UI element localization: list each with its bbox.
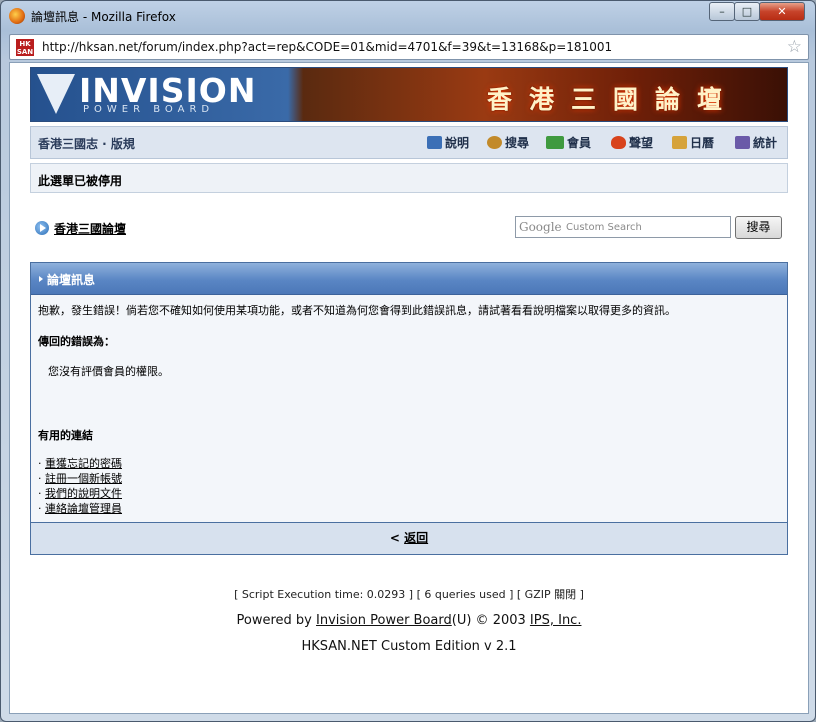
menu-disabled-notice: 此選單已被停用: [30, 163, 788, 193]
useful-links-list: · 重獲忘記的密碼 · 註冊一個新帳號 · 我們的說明文件 · 連絡論壇管理員: [38, 456, 122, 516]
forum-arrow-icon: [35, 221, 49, 235]
ips-link[interactable]: IPS, Inc.: [530, 613, 582, 628]
back-prefix: <: [389, 531, 400, 545]
back-link[interactable]: 返回: [404, 531, 428, 545]
nav-item-search[interactable]: 搜尋: [487, 134, 529, 151]
error-message: 您沒有評價會員的權限。: [48, 365, 169, 378]
nav-item-help[interactable]: 說明: [427, 134, 469, 151]
powered-mid: (U) © 2003: [451, 613, 526, 628]
search-icon: [487, 136, 502, 149]
nav-item-members[interactable]: 會員: [546, 134, 591, 151]
browser-window: 論壇訊息 - Mozilla Firefox – □ ✕ HK SAN http…: [0, 0, 816, 722]
window-title: 論壇訊息 - Mozilla Firefox: [31, 10, 176, 24]
heart-icon: [611, 136, 626, 149]
invision-logo-icon: [37, 74, 75, 114]
breadcrumb[interactable]: 香港三國志 · 版規: [38, 135, 135, 152]
address-bar[interactable]: HK SAN http://hksan.net/forum/index.php?…: [9, 34, 809, 60]
minimize-button[interactable]: –: [709, 2, 735, 21]
error-intro: 抱歉，發生錯誤！倘若您不確知如何使用某項功能，或者不知道為何您會得到此錯誤訊息，…: [38, 304, 676, 317]
useful-links-heading: 有用的連結: [38, 429, 93, 442]
page-viewport: INVISION POWER BOARD 香港三國論壇 香港三國志 · 版規 說…: [9, 62, 809, 714]
forum-message-panel: 論壇訊息 抱歉，發生錯誤！倘若您不確知如何使用某項功能，或者不知道為何您會得到此…: [30, 262, 788, 555]
list-item: · 重獲忘記的密碼: [38, 457, 122, 470]
nav-bar: 香港三國志 · 版規 說明 搜尋 會員 聲望 日曆 統計: [30, 126, 788, 159]
error-label: 傳回的錯誤為：: [38, 335, 115, 348]
search-input[interactable]: Google Custom Search: [515, 216, 731, 238]
panel-title: 論壇訊息: [47, 273, 96, 287]
site-favicon-icon: HK SAN: [16, 39, 34, 56]
link-forgot-password[interactable]: 重獲忘記的密碼: [45, 457, 122, 470]
title-bar[interactable]: 論壇訊息 - Mozilla Firefox – □ ✕: [1, 1, 815, 31]
list-item: · 連絡論壇管理員: [38, 502, 122, 515]
help-icon: [427, 136, 442, 149]
forum-banner[interactable]: INVISION POWER BOARD 香港三國論壇: [30, 67, 788, 122]
firefox-icon: [9, 8, 25, 24]
list-item: · 註冊一個新帳號: [38, 472, 122, 485]
close-button[interactable]: ✕: [759, 2, 805, 21]
panel-footer: < 返回: [31, 522, 787, 554]
powered-prefix: Powered by: [236, 613, 312, 628]
stats-icon: [735, 136, 750, 149]
members-icon: [546, 136, 564, 149]
calendar-icon: [672, 136, 687, 149]
url-text[interactable]: http://hksan.net/forum/index.php?act=rep…: [42, 40, 612, 54]
edition-text: HKSAN.NET Custom Edition v 2.1: [301, 639, 517, 654]
bookmark-star-icon[interactable]: ☆: [787, 37, 802, 57]
powered-by: Powered by Invision Power Board(U) © 200…: [10, 613, 808, 628]
nav-item-stats[interactable]: 統計: [735, 134, 777, 151]
list-item: · 我們的說明文件: [38, 487, 122, 500]
notice-text: 此選單已被停用: [38, 174, 123, 188]
nav-item-calendar[interactable]: 日曆: [672, 134, 714, 151]
google-logo: Google: [519, 220, 562, 234]
maximize-button[interactable]: □: [734, 2, 760, 21]
logo-sub-text: POWER BOARD: [83, 104, 215, 115]
link-help-docs[interactable]: 我們的說明文件: [45, 487, 122, 500]
panel-arrow-icon: [39, 276, 43, 282]
search-button[interactable]: 搜尋: [735, 216, 782, 239]
panel-header: 論壇訊息: [31, 263, 787, 295]
execution-stats: [ Script Execution time: 0.0293 ] [ 6 qu…: [234, 588, 584, 601]
link-register[interactable]: 註冊一個新帳號: [45, 472, 122, 485]
link-contact-admin[interactable]: 連絡論壇管理員: [45, 502, 122, 515]
invision-link[interactable]: Invision Power Board: [316, 613, 452, 628]
search-placeholder: Custom Search: [566, 222, 642, 233]
forum-home-link[interactable]: 香港三國論壇: [54, 220, 126, 237]
forum-title-cn: 香港三國論壇: [487, 85, 740, 114]
nav-item-reputation[interactable]: 聲望: [611, 134, 653, 151]
panel-body: 抱歉，發生錯誤！倘若您不確知如何使用某項功能，或者不知道為何您會得到此錯誤訊息，…: [31, 296, 787, 521]
